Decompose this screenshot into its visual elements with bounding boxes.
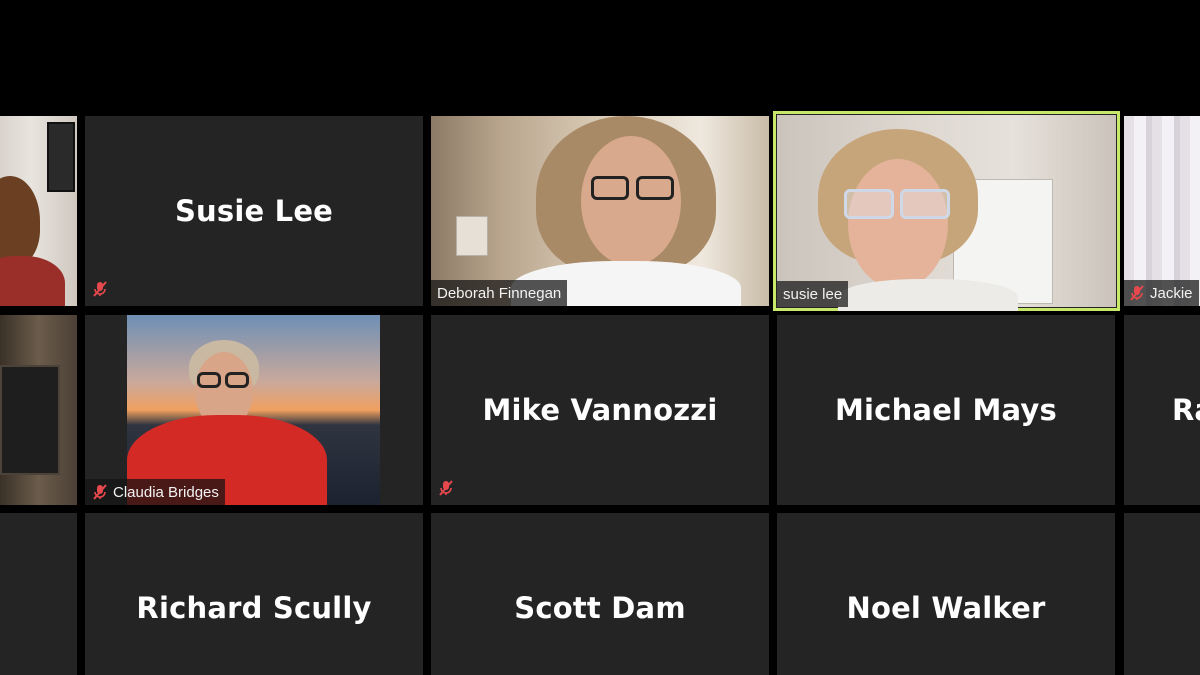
participant-name: Mike Vannozzi [482,393,718,427]
participant-tile-richard-scully[interactable]: Richard Scully [85,513,423,675]
participant-tile-partial-left-3[interactable] [0,513,77,675]
wall-frame [0,365,60,475]
mic-muted-icon [93,484,107,500]
mic-muted-icon [91,280,109,302]
mic-muted-icon [1130,285,1144,301]
wall-frame [47,122,75,192]
participant-tile-scott-dam[interactable]: Scott Dam [431,513,769,675]
participant-name: Claudia Bridges [113,483,219,501]
participant-name: Ra [1172,393,1200,427]
participant-name: susie lee [783,285,843,303]
participant-caption: Jackie [1124,280,1199,306]
participant-tile-partial-left-2[interactable] [0,315,77,505]
participant-tile-susie-lee[interactable]: Susie Lee [85,116,423,306]
participant-video [127,315,380,505]
participant-caption: Claudia Bridges [85,479,225,505]
gallery-view: Susie Lee Deborah Finnegan susie lee Jac… [0,0,1200,675]
participant-tile-jackie[interactable]: Jackie [1124,116,1200,306]
mic-muted-icon [437,479,455,501]
participant-tile-noel-walker[interactable]: Noel Walker [777,513,1115,675]
participant-name: Richard Scully [136,591,372,625]
participant-tile-partial-left-1[interactable] [0,116,77,306]
participant-tile-susie-lee-active[interactable]: susie lee [773,111,1120,311]
participant-tile-michael-mays[interactable]: Michael Mays [777,315,1115,505]
participant-tile-partial-right-3[interactable] [1124,513,1200,675]
participant-name: Scott Dam [514,591,686,625]
participant-video [1124,116,1200,306]
light-switch [456,216,488,256]
participant-tile-deborah-finnegan[interactable]: Deborah Finnegan [431,116,769,306]
participant-name: Susie Lee [174,194,334,228]
participant-name: Deborah Finnegan [437,284,562,302]
participant-name: Noel Walker [846,591,1046,625]
participant-caption: susie lee [777,281,849,307]
participant-name: Jackie [1150,284,1193,302]
participant-name: Michael Mays [834,393,1057,427]
participant-caption: Deborah Finnegan [431,280,568,306]
participant-tile-claudia-bridges[interactable]: Claudia Bridges [85,315,423,505]
participant-tile-partial-right-2[interactable]: Ra [1124,315,1200,505]
participant-tile-mike-vannozzi[interactable]: Mike Vannozzi [431,315,769,505]
